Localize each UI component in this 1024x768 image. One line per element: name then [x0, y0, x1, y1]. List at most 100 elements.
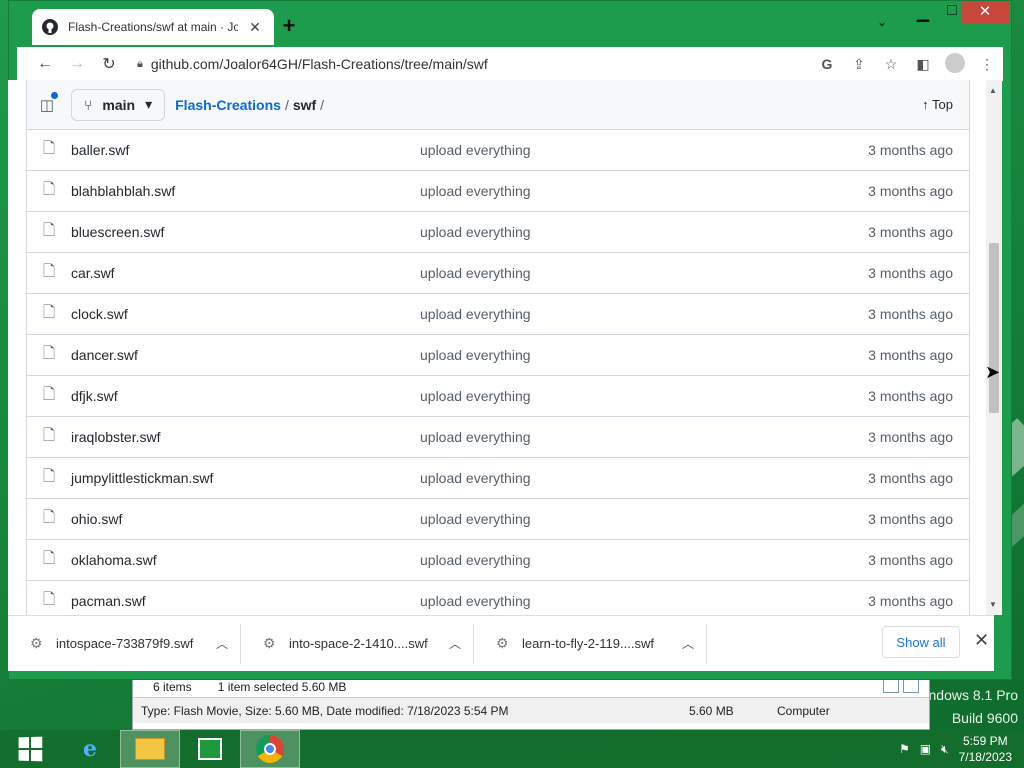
page-scrollbar[interactable]: ▲ ▼ [986, 80, 1002, 615]
taskbar-ie[interactable]: e [60, 730, 120, 768]
reload-icon[interactable]: ↻ [93, 54, 125, 74]
back-icon[interactable]: ← [29, 55, 61, 73]
chevron-up-icon[interactable]: ︿ [682, 635, 694, 652]
scroll-up-icon[interactable]: ▲ [989, 86, 997, 95]
file-name-link[interactable]: jumpylittlestickman.swf [71, 470, 420, 486]
file-name-link[interactable]: pacman.swf [71, 593, 420, 609]
taskbar-chrome[interactable] [240, 730, 300, 768]
commit-message-link[interactable]: upload everything [420, 511, 720, 527]
browser-tab[interactable]: Flash-Creations/swf at main · Joalor64GH… [32, 9, 274, 45]
file-row[interactable]: 🗋︎ dfjk.swf upload everything 3 months ago [27, 376, 969, 417]
commit-age: 3 months ago [868, 142, 953, 158]
details-view-icon[interactable] [883, 679, 899, 693]
clock[interactable]: 5:59 PM 7/18/2023 [959, 733, 1012, 765]
file-icon: 🗋︎ [43, 262, 56, 280]
file-name-link[interactable]: baller.swf [71, 142, 420, 158]
file-icon: 🗋︎ [43, 385, 56, 403]
commit-age: 3 months ago [868, 183, 953, 199]
side-panel-toggle-icon[interactable]: ◫ [27, 91, 67, 114]
show-all-downloads-button[interactable]: Show all [882, 626, 960, 658]
address-bar[interactable]: 🔒︎ github.com/Joalor64GH/Flash-Creations… [137, 47, 807, 81]
commit-message-link[interactable]: upload everything [420, 388, 720, 404]
commit-message-link[interactable]: upload everything [420, 470, 720, 486]
commit-message-link[interactable]: upload everything [420, 429, 720, 445]
close-downloads-bar-icon[interactable]: ✕ [974, 630, 989, 651]
tab-close-icon[interactable]: ✕ [246, 19, 264, 36]
file-row[interactable]: 🗋︎ dancer.swf upload everything 3 months ag… [27, 335, 969, 376]
file-row[interactable]: 🗋︎ clock.swf upload everything 3 months ago [27, 294, 969, 335]
github-icon [42, 19, 58, 35]
file-name-link[interactable]: car.swf [71, 265, 420, 281]
flag-icon[interactable]: ⚑ [899, 742, 910, 756]
commit-age: 3 months ago [868, 306, 953, 322]
chevron-up-icon[interactable]: ︿ [216, 635, 228, 652]
os-watermark: indows 8.1 Pro Build 9600 [925, 684, 1018, 730]
explorer-status-location: Computer [777, 704, 830, 718]
top-button[interactable]: ↑ Top [922, 97, 953, 112]
file-icon: 🗋︎ [43, 139, 56, 157]
file-name-link[interactable]: ohio.swf [71, 511, 420, 527]
file-name-link[interactable]: clock.swf [71, 306, 420, 322]
breadcrumb-current-dir: swf [292, 96, 317, 113]
explorer-status-size: 5.60 MB [689, 704, 734, 718]
profile-icon[interactable] [939, 52, 971, 76]
menu-icon[interactable]: ⋮ [971, 56, 1003, 73]
google-lens-icon[interactable]: G [811, 56, 843, 72]
file-row[interactable]: 🗋︎ car.swf upload everything 3 months ago [27, 253, 969, 294]
file-row[interactable]: 🗋︎ pacman.swf upload everything 3 months ag… [27, 581, 969, 615]
file-name-link[interactable]: iraqlobster.swf [71, 429, 420, 445]
chevron-up-icon[interactable]: ︿ [449, 635, 461, 652]
commit-age: 3 months ago [868, 265, 953, 281]
file-row[interactable]: 🗋︎ iraqlobster.swf upload everything 3 mont… [27, 417, 969, 458]
commit-message-link[interactable]: upload everything [420, 593, 720, 609]
file-row[interactable]: 🗋︎ bluescreen.swf upload everything 3 month… [27, 212, 969, 253]
taskbar-store[interactable] [180, 730, 240, 768]
scroll-down-icon[interactable]: ▼ [989, 600, 997, 609]
download-item[interactable]: ⚙︎ intospace-733879f9.swf ︿ [8, 623, 241, 664]
tab-search-icon[interactable]: ⌄ [877, 15, 887, 29]
scroll-thumb[interactable] [989, 243, 999, 413]
file-icon: 🗋︎ [43, 426, 56, 444]
file-explorer-window: 6 items 1 item selected 5.60 MB Type: Fl… [132, 676, 930, 730]
file-name-link[interactable]: blahblahblah.swf [71, 183, 420, 199]
taskbar-file-explorer[interactable] [120, 730, 180, 768]
new-tab-button[interactable]: + [279, 13, 299, 39]
volume-muted-icon[interactable]: 🔇︎ [941, 742, 949, 757]
file-name-link[interactable]: dfjk.swf [71, 388, 420, 404]
breadcrumb-separator: / [284, 96, 289, 113]
commit-message-link[interactable]: upload everything [420, 142, 720, 158]
maximize-icon[interactable]: □ [941, 2, 963, 20]
commit-age: 3 months ago [868, 388, 953, 404]
download-item[interactable]: ⚙︎ learn-to-fly-2-119....swf ︿ [474, 623, 707, 664]
commit-message-link[interactable]: upload everything [420, 224, 720, 240]
file-row[interactable]: 🗋︎ baller.swf upload everything 3 months ag… [27, 130, 969, 171]
os-watermark-edition: indows 8.1 Pro [925, 687, 1018, 703]
file-row[interactable]: 🗋︎ oklahoma.swf upload everything 3 months … [27, 540, 969, 581]
share-icon[interactable]: ⇪ [843, 56, 875, 73]
commit-message-link[interactable]: upload everything [420, 306, 720, 322]
bookmark-star-icon[interactable]: ☆ [875, 56, 907, 73]
commit-message-link[interactable]: upload everything [420, 183, 720, 199]
branch-selector[interactable]: ⑂ main ▾ [71, 88, 166, 121]
network-icon[interactable]: ▣ [920, 742, 931, 756]
file-row[interactable]: 🗋︎ blahblahblah.swf upload everything 3 mon… [27, 171, 969, 212]
download-item[interactable]: ⚙︎ into-space-2-1410....swf ︿ [241, 623, 474, 664]
system-tray: ⚑ ▣ 🔇︎ 5:59 PM 7/18/2023 [899, 733, 1012, 765]
commit-message-link[interactable]: upload everything [420, 347, 720, 363]
file-name-link[interactable]: oklahoma.swf [71, 552, 420, 568]
file-name-link[interactable]: bluescreen.swf [71, 224, 420, 240]
forward-icon[interactable]: → [61, 55, 93, 73]
side-panel-icon[interactable]: ◧ [907, 56, 939, 73]
minimize-icon[interactable]: ▁ [912, 3, 934, 23]
file-row[interactable]: 🗋︎ ohio.swf upload everything 3 months ago [27, 499, 969, 540]
window-close-icon[interactable]: ✕ [961, 1, 1009, 23]
file-name-link[interactable]: dancer.swf [71, 347, 420, 363]
lock-icon[interactable]: 🔒︎ [137, 58, 143, 71]
file-row[interactable]: 🗋︎ jumpylittlestickman.swf upload everythi… [27, 458, 969, 499]
start-button[interactable] [0, 730, 60, 768]
breadcrumb-repo-link[interactable]: Flash-Creations [175, 97, 281, 113]
large-icons-view-icon[interactable] [903, 679, 919, 693]
file-icon: 🗋︎ [43, 221, 56, 239]
commit-message-link[interactable]: upload everything [420, 552, 720, 568]
commit-message-link[interactable]: upload everything [420, 265, 720, 281]
